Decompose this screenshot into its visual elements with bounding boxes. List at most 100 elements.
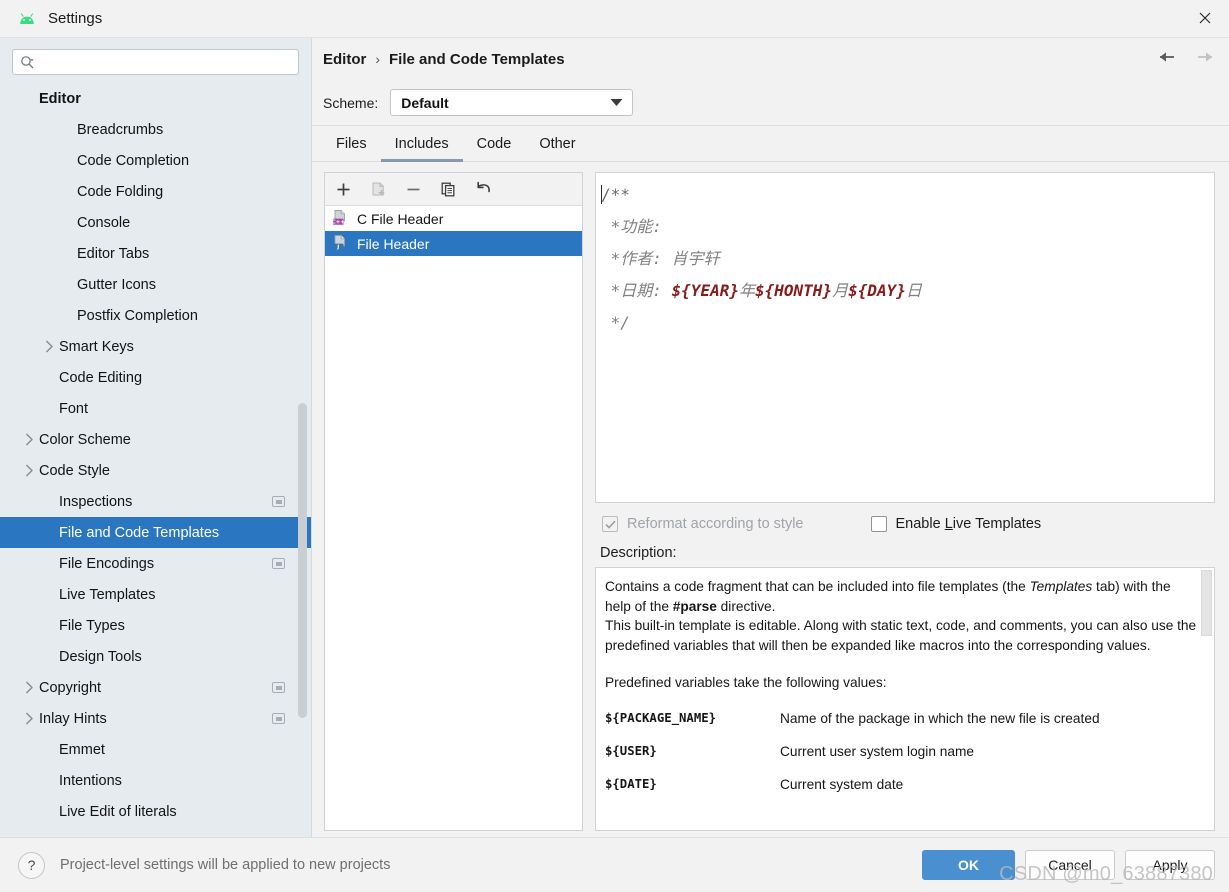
template-list-item[interactable]: C++ C File Header — [325, 206, 582, 231]
breadcrumb-item-editor[interactable]: Editor — [323, 51, 366, 68]
sidebar-item-editor[interactable]: Editor — [0, 83, 311, 114]
copy-icon[interactable] — [439, 180, 458, 199]
variable-name: ${USER} — [605, 743, 657, 758]
code-segment: ${YEAR} — [671, 281, 739, 300]
sidebar-item-code-completion[interactable]: Code Completion — [0, 145, 311, 176]
settings-tree: Editor Breadcrumbs Code Completion Code Fol… — [0, 83, 311, 827]
dialog-footer: ? Project-level settings will be applied… — [0, 837, 1229, 892]
live-templates-mnemonic: L — [944, 516, 953, 532]
chevron-right-icon[interactable] — [22, 680, 37, 695]
chevron-right-icon[interactable] — [22, 432, 37, 447]
chevron-right-icon[interactable] — [22, 463, 37, 478]
sidebar-item-label: Live Edit of literals — [59, 803, 177, 820]
question-mark-icon[interactable]: ? — [18, 851, 45, 879]
sidebar-item-postfix-completion[interactable]: Postfix Completion — [0, 300, 311, 331]
description-paragraph-2: Predefined variables take the following … — [605, 675, 887, 690]
scheme-dropdown[interactable]: Default — [390, 89, 634, 116]
search-input[interactable] — [38, 53, 291, 71]
sidebar-item-label: Inlay Hints — [39, 710, 107, 727]
sidebar-item-label: Color Scheme — [39, 431, 131, 448]
sidebar-item-label: Console — [77, 214, 131, 231]
sidebar-item-live-edit-of-literals[interactable]: Live Edit of literals — [0, 796, 311, 827]
search-box[interactable] — [12, 49, 299, 75]
sidebar-item-console[interactable]: Console — [0, 207, 311, 238]
template-code-editor[interactable]: /** *功能: *作者: 肖宇轩 *日期: ${YEAR}年${HONTH}月… — [595, 172, 1215, 503]
tab-code[interactable]: Code — [463, 136, 526, 162]
sidebar-item-label: Editor — [39, 90, 81, 107]
sidebar-item-label: Breadcrumbs — [77, 121, 164, 138]
sidebar-item-label: Code Editing — [59, 369, 143, 386]
minus-icon[interactable] — [404, 180, 423, 199]
enable-live-templates-checkbox[interactable]: Enable Live Templates — [870, 516, 1041, 532]
sidebar-item-emmet[interactable]: Emmet — [0, 734, 311, 765]
project-level-indicator-icon — [272, 496, 285, 507]
description-panel[interactable]: Contains a code fragment that can be inc… — [595, 567, 1215, 831]
sidebar-item-color-scheme[interactable]: Color Scheme — [0, 424, 311, 455]
file-add-icon — [369, 180, 388, 199]
template-list-item[interactable]: J File Header — [325, 231, 582, 256]
sidebar-item-inlay-hints[interactable]: Inlay Hints — [0, 703, 311, 734]
sidebar-item-label: Code Style — [39, 462, 110, 479]
sidebar-item-file-types[interactable]: File Types — [0, 610, 311, 641]
arrow-left-icon[interactable] — [1157, 49, 1177, 69]
ok-button[interactable]: OK — [922, 850, 1015, 880]
breadcrumb-item-current: File and Code Templates — [389, 50, 565, 68]
sidebar-scrollbar[interactable] — [298, 403, 307, 718]
dialog-buttons: OK Cancel Apply — [922, 850, 1215, 880]
sidebar-item-label: Live Templates — [59, 586, 156, 603]
sidebar-item-inspections[interactable]: Inspections — [0, 486, 311, 517]
template-list[interactable]: C++ C File Header J File Header — [325, 206, 582, 830]
file-template-icon: J — [332, 234, 349, 254]
cancel-button[interactable]: Cancel — [1025, 850, 1115, 880]
sidebar-item-file-encodings[interactable]: File Encodings — [0, 548, 311, 579]
code-segment: 月 — [832, 281, 849, 300]
sidebar-item-label: Gutter Icons — [77, 276, 156, 293]
navigation-arrows — [1157, 49, 1215, 69]
sidebar-item-intentions[interactable]: Intentions — [0, 765, 311, 796]
close-icon[interactable] — [1181, 0, 1229, 36]
sidebar-item-copyright[interactable]: Copyright — [0, 672, 311, 703]
sidebar-item-file-and-code-templates[interactable]: File and Code Templates — [0, 517, 311, 548]
chevron-right-icon[interactable] — [22, 711, 37, 726]
sidebar-item-smart-keys[interactable]: Smart Keys — [0, 331, 311, 362]
chevron-right-icon[interactable] — [42, 339, 57, 354]
title-bar: Settings — [0, 0, 1229, 38]
plus-icon[interactable] — [334, 180, 353, 199]
description-spacer-2 — [605, 693, 1198, 711]
description-scrollbar[interactable] — [1201, 570, 1212, 636]
sidebar-item-label: File Types — [59, 617, 125, 634]
variable-row: ${DATE} Current system date — [605, 777, 1198, 810]
code-line: /** — [601, 179, 1206, 211]
undo-icon[interactable] — [474, 180, 493, 199]
sidebar-item-label: Emmet — [59, 741, 105, 758]
sidebar-item-font[interactable]: Font — [0, 393, 311, 424]
project-level-indicator-icon — [272, 713, 285, 724]
sidebar-item-breadcrumbs[interactable]: Breadcrumbs — [0, 114, 311, 145]
sidebar-item-design-tools[interactable]: Design Tools — [0, 641, 311, 672]
variable-row: ${PACKAGE_NAME} Name of the package in wh… — [605, 711, 1198, 744]
chevron-down-icon — [610, 95, 623, 110]
sidebar-item-live-templates[interactable]: Live Templates — [0, 579, 311, 610]
code-segment: ${HONTH} — [755, 281, 833, 300]
description-paragraph-1: Contains a code fragment that can be inc… — [605, 579, 1197, 653]
sidebar-item-code-editing[interactable]: Code Editing — [0, 362, 311, 393]
template-edit-pane: /** *功能: *作者: 肖宇轩 *日期: ${YEAR}年${HONTH}月… — [595, 172, 1215, 831]
sidebar-item-label: Editor Tabs — [77, 245, 150, 262]
variable-description: Current system date — [780, 776, 904, 792]
code-line: *日期: ${YEAR}年${HONTH}月${DAY}日 — [601, 275, 1206, 307]
tab-other[interactable]: Other — [525, 136, 589, 162]
svg-text:J: J — [336, 244, 339, 250]
sidebar-item-gutter-icons[interactable]: Gutter Icons — [0, 269, 311, 300]
sidebar-item-code-folding[interactable]: Code Folding — [0, 176, 311, 207]
template-list-item-label: C File Header — [357, 210, 444, 227]
tab-files[interactable]: Files — [322, 136, 381, 162]
search-area — [0, 38, 311, 83]
sidebar-item-editor-tabs[interactable]: Editor Tabs — [0, 238, 311, 269]
templates-editor-area: C++ C File Header J File Header /** *功能: *作… — [312, 162, 1229, 837]
apply-button[interactable]: Apply — [1125, 850, 1215, 880]
svg-text:C++: C++ — [332, 219, 345, 225]
arrow-right-icon — [1195, 49, 1215, 69]
live-templates-label-before: Enable — [895, 516, 945, 532]
sidebar-item-code-style[interactable]: Code Style — [0, 455, 311, 486]
tab-includes[interactable]: Includes — [380, 136, 463, 162]
